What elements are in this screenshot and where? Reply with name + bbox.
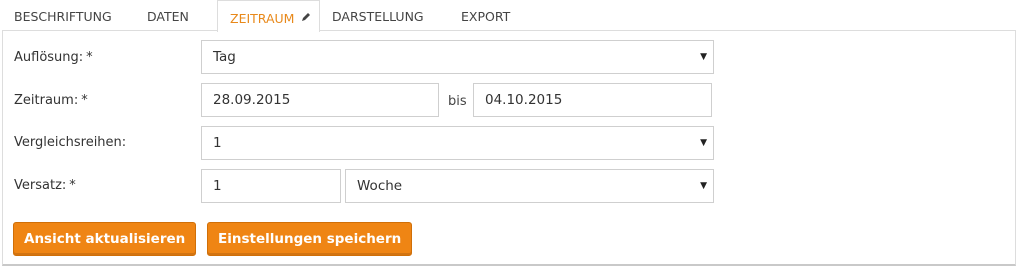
pencil-icon — [301, 1, 311, 34]
caret-down-icon: ▼ — [700, 52, 707, 62]
tab-beschriftung[interactable]: BESCHRIFTUNG — [2, 0, 124, 31]
resolution-label: Auflösung: * — [14, 50, 93, 65]
offset-unit-select[interactable]: Woche ▼ — [345, 169, 714, 203]
comparison-select[interactable]: 1 ▼ — [201, 126, 714, 160]
comparison-value: 1 — [213, 135, 222, 151]
settings-panel: Auflösung: * Tag ▼ Zeitraum: * 28.09.2015 … — [2, 30, 1016, 266]
resolution-select[interactable]: Tag ▼ — [201, 40, 714, 74]
save-settings-button[interactable]: Einstellungen speichern — [207, 222, 413, 256]
offset-unit-value: Woche — [357, 178, 403, 194]
tab-darstellung[interactable]: DARSTELLUNG — [320, 0, 436, 31]
comparison-label: Vergleichsreihen: — [14, 135, 127, 150]
period-separator: bis — [448, 94, 467, 109]
offset-label: Versatz: * — [14, 178, 76, 193]
resolution-value: Tag — [213, 49, 236, 65]
tab-daten[interactable]: DATEN — [135, 0, 201, 31]
tab-export[interactable]: EXPORT — [449, 0, 522, 31]
offset-amount-input[interactable]: 1 — [201, 169, 341, 203]
period-label: Zeitraum: * — [14, 93, 88, 108]
tab-zeitraum-label: ZEITRAUM — [230, 11, 295, 26]
caret-down-icon: ▼ — [700, 181, 707, 191]
update-view-button[interactable]: Ansicht aktualisieren — [13, 222, 197, 256]
tab-zeitraum[interactable]: ZEITRAUM — [217, 0, 320, 32]
period-to-input[interactable]: 04.10.2015 — [473, 83, 712, 117]
tab-bar: BESCHRIFTUNG DATEN ZEITRAUM DARSTELLUNG … — [0, 0, 1018, 32]
period-from-input[interactable]: 28.09.2015 — [201, 83, 439, 117]
caret-down-icon: ▼ — [700, 138, 707, 148]
